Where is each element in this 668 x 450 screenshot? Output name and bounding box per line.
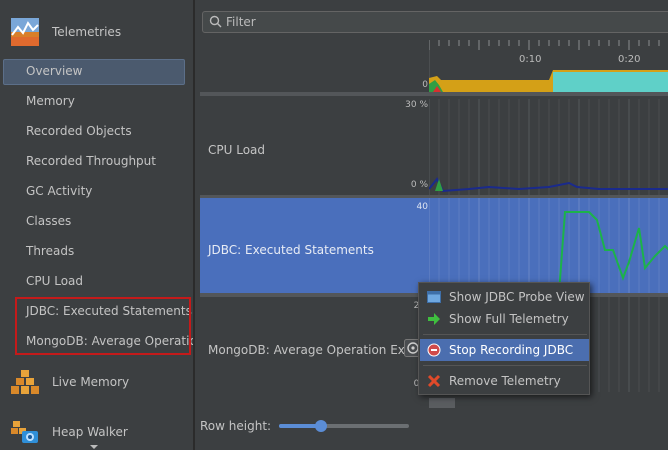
search-icon <box>209 15 222 28</box>
tick-0-10: 0:10 <box>519 54 541 65</box>
jdbc-line <box>558 211 668 293</box>
sidebar-item-label: Recorded Objects <box>26 124 132 138</box>
sidebar-item-recorded-throughput[interactable]: Recorded Throughput <box>0 147 193 177</box>
sidebar-item-overview[interactable]: Overview <box>0 57 193 87</box>
heap-walker-icon <box>11 421 38 443</box>
sidebar-item-label: GC Activity <box>26 184 93 198</box>
sidebar-item-label: Overview <box>26 64 83 78</box>
chevron-down-icon <box>90 445 98 449</box>
jdbc-grid <box>429 198 660 293</box>
slider-thumb[interactable] <box>314 420 327 432</box>
cpu-y-min: 0 % <box>410 180 428 190</box>
menu-item-stop-recording-jdbc[interactable]: Stop Recording JDBC <box>420 339 589 361</box>
cpu-y-max: 30 % <box>405 100 428 110</box>
sidebar-item-label: Threads <box>26 244 75 258</box>
cpu-load-line <box>429 177 668 193</box>
jdbc-chart <box>429 198 668 293</box>
filter-placeholder: Filter <box>226 15 256 29</box>
sidebar-item-cpu-load[interactable]: CPU Load <box>0 267 193 297</box>
context-menu: Show JDBC Probe View Show Full Telemetry… <box>418 282 590 395</box>
overview-y-min: 0 <box>422 80 428 90</box>
sidebar-item-label: Memory <box>26 94 75 108</box>
probe-view-icon <box>427 291 441 303</box>
overview-chart: 0:10 0:20 <box>429 40 668 92</box>
telemetries-icon <box>11 18 39 46</box>
green-arrow-icon <box>428 313 440 325</box>
sidebar-item-memory[interactable]: Memory <box>0 87 193 117</box>
row-height-label: Row height: <box>200 419 272 433</box>
sidebar-item-label: CPU Load <box>26 274 83 288</box>
section-live-memory-label: Live Memory <box>52 375 130 389</box>
overview-area-teal <box>553 72 668 92</box>
tick-0-20: 0:20 <box>618 54 640 65</box>
sidebar-item-recorded-objects[interactable]: Recorded Objects <box>0 117 193 147</box>
section-telemetries-label: Telemetries <box>52 25 122 39</box>
cpu-chart <box>429 99 668 195</box>
sidebar-item-threads[interactable]: Threads <box>0 237 193 267</box>
section-heap-walker[interactable]: Heap Walker <box>0 412 193 450</box>
section-telemetries[interactable]: Telemetries <box>0 12 193 52</box>
menu-item-show-jdbc-probe-view[interactable]: Show JDBC Probe View <box>420 286 589 308</box>
row-label-mongodb: MongoDB: Average Operation Exe... <box>208 343 424 357</box>
timeline-scroll-thumb[interactable] <box>429 398 455 408</box>
live-memory-icon <box>11 370 39 394</box>
row-height-slider[interactable] <box>279 420 409 432</box>
menu-item-show-full-telemetry[interactable]: Show Full Telemetry <box>420 308 589 330</box>
section-heap-walker-label: Heap Walker <box>52 425 128 439</box>
red-x-icon <box>427 374 441 388</box>
sidebar: Telemetries Overview Memory Recorded Obj… <box>0 0 208 450</box>
sidebar-item-mongodb[interactable]: MongoDB: Average Operatio... <box>0 327 208 357</box>
sidebar-item-classes[interactable]: Classes <box>0 207 193 237</box>
jdbc-y-max: 40 <box>416 202 428 212</box>
menu-item-remove-telemetry[interactable]: Remove Telemetry <box>420 370 589 392</box>
sidebar-item-label: MongoDB: Average Operatio... <box>26 334 209 348</box>
sidebar-item-gc-activity[interactable]: GC Activity <box>0 177 193 207</box>
row-label-cpu-load: CPU Load <box>208 143 265 157</box>
filter-input[interactable]: Filter <box>202 11 668 33</box>
overview-ticks <box>429 40 660 50</box>
sidebar-item-jdbc[interactable]: JDBC: Executed Statements <box>0 297 193 327</box>
sidebar-item-label: JDBC: Executed Statements <box>26 304 192 318</box>
cpu-grid <box>429 99 660 195</box>
section-live-memory[interactable]: Live Memory <box>0 362 193 402</box>
row-label-jdbc: JDBC: Executed Statements <box>208 243 374 257</box>
sidebar-item-label: Recorded Throughput <box>26 154 156 168</box>
sidebar-item-label: Classes <box>26 214 72 228</box>
stop-recording-icon <box>427 343 441 357</box>
